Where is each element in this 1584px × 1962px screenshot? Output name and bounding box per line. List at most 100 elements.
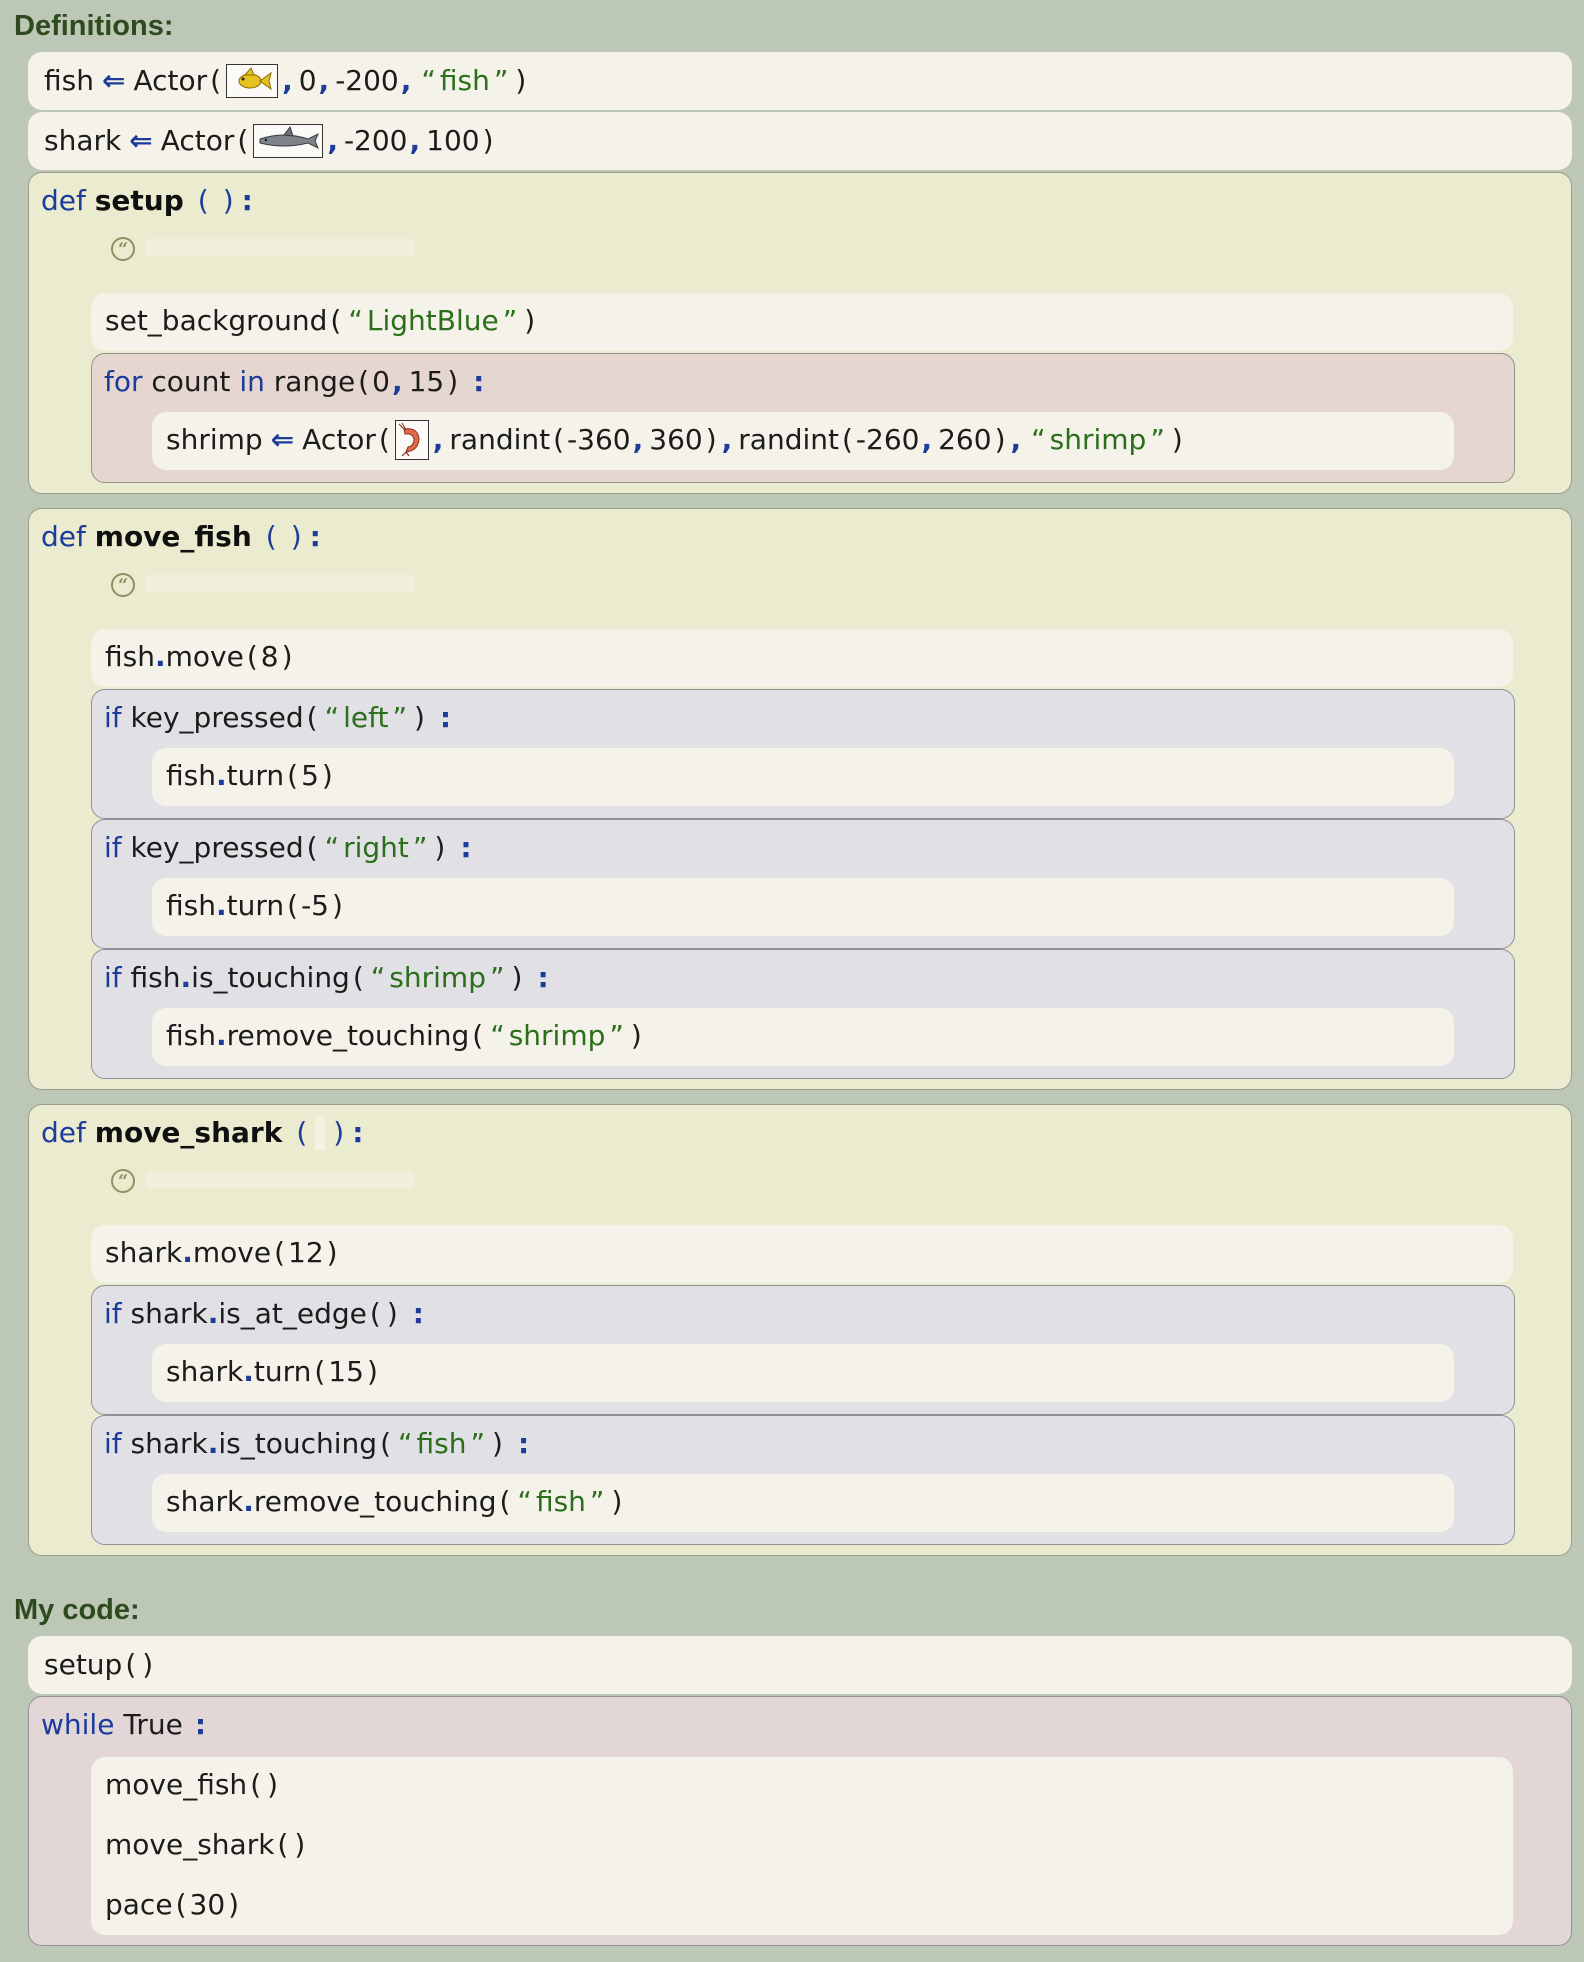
shark-turn-statement[interactable]: shark. turn (15) xyxy=(152,1344,1454,1402)
string-shrimp[interactable]: shrimp xyxy=(1050,420,1147,460)
func-pace-call[interactable]: pace xyxy=(105,1885,173,1925)
while-loop-block[interactable]: while True : move_fish () move_shark () … xyxy=(28,1696,1572,1946)
docstring-icon[interactable]: “ xyxy=(111,1169,135,1193)
range-end[interactable]: 15 xyxy=(409,362,445,402)
obj-fish[interactable]: fish xyxy=(166,1016,216,1056)
func-move-shark-call[interactable]: move_shark xyxy=(105,1825,274,1865)
fish-turn-left-statement[interactable]: fish. turn (5) xyxy=(152,748,1454,806)
for-loop-block[interactable]: for count in range ( 0 , 15 ) : shrimp ⇐… xyxy=(91,353,1515,483)
shrimp-image-icon[interactable] xyxy=(394,420,429,460)
call-pace[interactable]: pace (30) xyxy=(105,1885,242,1925)
method-move[interactable]: move xyxy=(166,637,244,677)
func-range[interactable]: range xyxy=(274,362,355,402)
call-move-shark[interactable]: move_shark () xyxy=(105,1825,308,1865)
var-shrimp[interactable]: shrimp xyxy=(166,420,263,460)
randy-max[interactable]: 260 xyxy=(938,420,991,460)
docstring-field[interactable] xyxy=(145,239,415,256)
shark-image-icon[interactable] xyxy=(253,124,324,158)
obj-fish[interactable]: fish xyxy=(166,756,216,796)
obj-fish[interactable]: fish xyxy=(105,637,155,677)
method-is-at-edge[interactable]: is_at_edge xyxy=(218,1294,367,1334)
if-touching-fish-block[interactable]: if shark. is_touching ( “fish” ): shark. r… xyxy=(91,1415,1515,1545)
obj-shark[interactable]: shark xyxy=(166,1482,243,1522)
goldfish-image-icon[interactable] xyxy=(226,64,279,98)
docstring-icon[interactable]: “ xyxy=(111,573,135,597)
method-turn[interactable]: turn xyxy=(227,756,285,796)
shark-remove-touching-statement[interactable]: shark. remove_touching ( “fish” ) xyxy=(152,1474,1454,1532)
string-fish[interactable]: fish xyxy=(440,61,490,101)
move-arg[interactable]: 12 xyxy=(288,1233,324,1273)
string-left[interactable]: left xyxy=(343,698,388,738)
if-left-block[interactable]: if key_pressed ( “left” ): fish. turn (5) xyxy=(91,689,1515,819)
setup-call-statement[interactable]: setup () xyxy=(28,1636,1572,1694)
obj-fish[interactable]: fish xyxy=(166,886,216,926)
obj-shark[interactable]: shark xyxy=(131,1424,208,1464)
func-setup-call[interactable]: setup xyxy=(44,1645,122,1685)
method-turn[interactable]: turn xyxy=(227,886,285,926)
string-right[interactable]: right xyxy=(343,828,409,868)
obj-shark[interactable]: shark xyxy=(166,1352,243,1392)
move-arg[interactable]: 8 xyxy=(261,637,279,677)
func-set-background[interactable]: set_background xyxy=(105,301,327,341)
if-right-block[interactable]: if key_pressed ( “right” ): fish. turn (-… xyxy=(91,819,1515,949)
string-shrimp[interactable]: shrimp xyxy=(389,958,486,998)
string-fish[interactable]: fish xyxy=(417,1424,467,1464)
params-input-cursor[interactable] xyxy=(315,1116,326,1150)
method-turn[interactable]: turn xyxy=(254,1352,312,1392)
method-is-touching[interactable]: is_touching xyxy=(191,958,350,998)
obj-shark[interactable]: shark xyxy=(105,1233,182,1273)
string-shrimp[interactable]: shrimp xyxy=(509,1016,606,1056)
while-body[interactable]: move_fish () move_shark () pace (30) xyxy=(91,1757,1513,1935)
func-randint-x[interactable]: randint xyxy=(449,420,550,460)
pace-arg[interactable]: 30 xyxy=(190,1885,226,1925)
arg-y[interactable]: -200 xyxy=(335,61,399,101)
shark-assignment[interactable]: shark ⇐ Actor ( , -200 , 100 ) xyxy=(28,112,1572,170)
method-is-touching[interactable]: is_touching xyxy=(218,1424,377,1464)
turn-arg[interactable]: 5 xyxy=(301,756,319,796)
call-move-fish[interactable]: move_fish () xyxy=(105,1765,281,1805)
def-setup-block[interactable]: def setup ( ) : “ set_background ( “Ligh… xyxy=(28,172,1572,494)
method-remove-touching[interactable]: remove_touching xyxy=(227,1016,470,1056)
range-start[interactable]: 0 xyxy=(372,362,390,402)
randy-min[interactable]: -260 xyxy=(856,420,920,460)
while-condition[interactable]: True xyxy=(123,1705,182,1745)
if-touching-shrimp-block[interactable]: if fish. is_touching ( “shrimp” ): fish. r… xyxy=(91,949,1515,1079)
var-shark[interactable]: shark xyxy=(44,121,121,161)
func-actor[interactable]: Actor xyxy=(161,121,235,161)
turn-arg[interactable]: 15 xyxy=(328,1352,364,1392)
shark-move-statement[interactable]: shark. move (12) xyxy=(91,1225,1513,1283)
docstring-field[interactable] xyxy=(145,1171,415,1188)
var-fish[interactable]: fish xyxy=(44,61,94,101)
obj-fish[interactable]: fish xyxy=(131,958,181,998)
arg-x[interactable]: 0 xyxy=(299,61,317,101)
if-at-edge-block[interactable]: if shark. is_at_edge (): shark. turn (15) xyxy=(91,1285,1515,1415)
fish-turn-right-statement[interactable]: fish. turn (-5) xyxy=(152,878,1454,936)
func-key-pressed[interactable]: key_pressed xyxy=(131,698,304,738)
shrimp-assignment[interactable]: shrimp ⇐ Actor ( , randint ( -360 , 360 … xyxy=(152,412,1454,470)
fish-remove-touching-statement[interactable]: fish. remove_touching ( “shrimp” ) xyxy=(152,1008,1454,1066)
obj-shark[interactable]: shark xyxy=(131,1294,208,1334)
docstring-field[interactable] xyxy=(145,575,415,592)
func-key-pressed[interactable]: key_pressed xyxy=(131,828,304,868)
loop-var-count[interactable]: count xyxy=(151,362,230,402)
fish-assignment[interactable]: fish ⇐ Actor ( , 0 , -200 , “fish” ) xyxy=(28,52,1572,110)
fish-move-statement[interactable]: fish. move (8) xyxy=(91,629,1513,687)
func-actor[interactable]: Actor xyxy=(302,420,376,460)
def-move-shark-block[interactable]: def move_shark ( ) : “ shark. move (12) i… xyxy=(28,1104,1572,1556)
def-move-fish-block[interactable]: def move_fish ( ) : “ fish. move (8) if k… xyxy=(28,508,1572,1090)
func-randint-y[interactable]: randint xyxy=(738,420,839,460)
function-name-move-shark[interactable]: move_shark xyxy=(95,1113,283,1153)
method-move[interactable]: move xyxy=(193,1233,271,1273)
function-name-setup[interactable]: setup xyxy=(95,181,184,221)
turn-arg[interactable]: -5 xyxy=(301,886,329,926)
randx-min[interactable]: -360 xyxy=(567,420,631,460)
docstring-icon[interactable]: “ xyxy=(111,237,135,261)
set-background-statement[interactable]: set_background ( “LightBlue” ) xyxy=(91,293,1513,351)
arg-y[interactable]: 100 xyxy=(426,121,479,161)
string-fish[interactable]: fish xyxy=(536,1482,586,1522)
arg-x[interactable]: -200 xyxy=(344,121,408,161)
string-lightblue[interactable]: LightBlue xyxy=(367,301,499,341)
randx-max[interactable]: 360 xyxy=(649,420,702,460)
func-move-fish-call[interactable]: move_fish xyxy=(105,1765,247,1805)
func-actor[interactable]: Actor xyxy=(133,61,207,101)
